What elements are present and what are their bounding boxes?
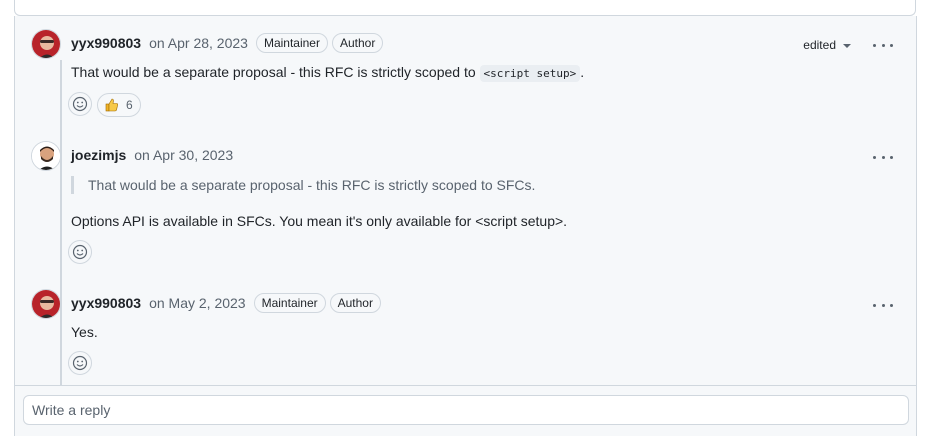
kebab-dot-icon (890, 155, 893, 159)
comment-body: That would be a separate proposal - this… (71, 64, 585, 82)
author-link[interactable]: yyx990803 (71, 35, 141, 51)
avatar[interactable] (31, 29, 61, 59)
avatar-yyx990803-icon (32, 30, 60, 58)
reply-input[interactable]: Write a reply (23, 395, 909, 425)
comment-body: Yes. (71, 324, 98, 340)
avatar-yyx990803-icon (32, 290, 60, 318)
comment-options-button[interactable] (873, 149, 893, 165)
comment-header: joezimjs on Apr 30, 2023 (71, 144, 241, 166)
add-reaction-button[interactable] (68, 240, 92, 264)
kebab-dot-icon (881, 43, 885, 47)
kebab-dot-icon (890, 43, 893, 47)
thumbs-up-reaction[interactable]: 6 (97, 93, 141, 117)
maintainer-badge: Maintainer (253, 293, 326, 313)
comment-date[interactable]: on Apr 28, 2023 (149, 35, 248, 51)
reaction-count: 6 (126, 98, 133, 112)
smiley-icon (72, 355, 88, 371)
avatar-joezimjs-icon (32, 142, 60, 170)
kebab-dot-icon (873, 303, 876, 307)
thumbs-up-icon (105, 98, 118, 112)
kebab-dot-icon (890, 303, 893, 307)
author-badge: Author (329, 293, 381, 313)
kebab-dot-icon (873, 43, 876, 47)
blockquote: That would be a separate proposal - this… (71, 176, 535, 194)
author-link[interactable]: joezimjs (71, 147, 126, 163)
reply-thread: yyx990803 on Apr 28, 2023 Maintainer Aut… (14, 16, 917, 436)
comment-header: yyx990803 on Apr 28, 2023 Maintainer Aut… (71, 32, 387, 54)
author-badge: Author (331, 33, 384, 53)
add-reaction-button[interactable] (68, 351, 92, 375)
comment-body-text: That would be a separate proposal - this… (71, 64, 480, 80)
kebab-dot-icon (873, 155, 876, 159)
kebab-dot-icon (881, 303, 885, 307)
comment-body-suffix: . (580, 64, 585, 80)
inline-code: <script setup> (479, 65, 581, 82)
edited-label: edited (803, 38, 836, 52)
comment-header: yyx990803 on May 2, 2023 Maintainer Auth… (71, 292, 385, 314)
reply-bar: Write a reply (14, 385, 917, 425)
add-reaction-button[interactable] (68, 92, 92, 116)
comment-body: Options API is available in SFCs. You me… (71, 213, 568, 229)
maintainer-badge: Maintainer (255, 33, 328, 53)
avatar[interactable] (31, 289, 61, 319)
smiley-icon (72, 244, 88, 260)
edited-dropdown[interactable]: edited (803, 38, 851, 52)
smiley-icon (72, 96, 88, 112)
comment-date[interactable]: on May 2, 2023 (149, 295, 246, 311)
kebab-dot-icon (881, 155, 885, 159)
thread-connector-line (60, 60, 62, 402)
author-link[interactable]: yyx990803 (71, 295, 141, 311)
avatar[interactable] (31, 141, 61, 171)
caret-down-icon (843, 43, 851, 48)
comment-date[interactable]: on Apr 30, 2023 (134, 147, 233, 163)
previous-comment-box (14, 0, 916, 16)
comment-options-button[interactable] (873, 297, 893, 313)
comment-options-button[interactable] (873, 37, 893, 53)
